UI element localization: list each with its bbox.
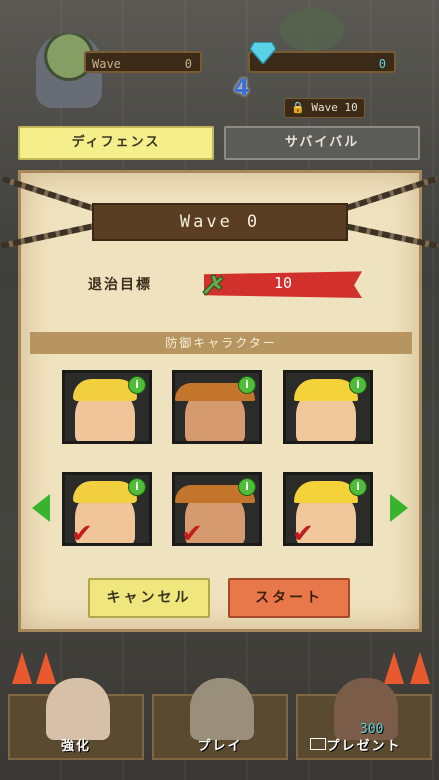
checkmark-icon: ✔ <box>292 519 314 546</box>
gift-count: 300 <box>360 722 384 737</box>
upgrade-label: 強化 <box>60 739 91 754</box>
diamond-icon <box>250 42 276 64</box>
bottom-nav: 強化 プレイ プレゼント <box>0 678 439 780</box>
cone-icon <box>12 652 32 684</box>
info-icon[interactable]: i <box>128 478 146 496</box>
checkmark-icon: ✔ <box>181 519 203 546</box>
level-badge: 4 <box>234 76 250 101</box>
character-card-cowboy[interactable]: i <box>172 370 262 444</box>
hud-wave-bar: Wave 0 <box>84 51 202 73</box>
cone-icon <box>410 652 430 684</box>
wave-header: Wave 0 <box>92 203 348 241</box>
target-value: 10 <box>274 274 293 292</box>
start-button[interactable]: スタート <box>228 578 350 618</box>
section-title: 防御キャラクター <box>30 332 412 354</box>
scientist-avatar <box>46 678 110 740</box>
info-icon[interactable]: i <box>349 478 367 496</box>
selected-card-blond-hero[interactable]: i ✔ <box>62 472 152 546</box>
arrow-right-icon[interactable] <box>390 494 408 522</box>
top-hud: Wave 0 0 4 🔒 Wave 10 <box>0 0 439 118</box>
info-icon[interactable]: i <box>349 376 367 394</box>
info-icon[interactable]: i <box>238 478 256 496</box>
video-icon <box>310 738 326 750</box>
cancel-button[interactable]: キャンセル <box>88 578 210 618</box>
tab-defense[interactable]: ディフェンス <box>18 126 214 160</box>
hud-wave-value: 0 <box>184 57 192 71</box>
info-icon[interactable]: i <box>238 376 256 394</box>
selected-card-cowboy[interactable]: i ✔ <box>172 472 262 546</box>
zombie-head-icon <box>280 8 344 52</box>
character-card-blond-hero[interactable]: i <box>62 370 152 444</box>
arrow-left-icon[interactable] <box>32 494 50 522</box>
play-button[interactable]: プレイ <box>152 678 288 760</box>
upgrade-button[interactable]: 強化 <box>8 678 144 760</box>
hud-wave-label: Wave <box>92 57 121 71</box>
target-label: 退治目標 <box>88 277 152 293</box>
lock-icon: 🔒 <box>291 101 305 114</box>
traffic-cones <box>0 624 439 684</box>
checkmark-icon: ✔ <box>71 519 93 546</box>
info-icon[interactable]: i <box>128 376 146 394</box>
selected-card-cap-guy[interactable]: i ✔ <box>283 472 373 546</box>
tab-survival[interactable]: サバイバル <box>224 126 420 160</box>
character-card-cap-guy[interactable]: i <box>283 370 373 444</box>
soldier-avatar <box>190 678 254 740</box>
wave-header-label: Wave <box>179 212 233 232</box>
play-label: プレイ <box>197 739 243 754</box>
cone-icon <box>384 652 404 684</box>
zombie-hand-icon <box>202 274 224 296</box>
hud-gems-value: 0 <box>378 57 386 71</box>
wave-header-value: 0 <box>246 212 261 232</box>
cone-icon <box>36 652 56 684</box>
locked-wave-label: 🔒 Wave 10 <box>284 98 365 118</box>
